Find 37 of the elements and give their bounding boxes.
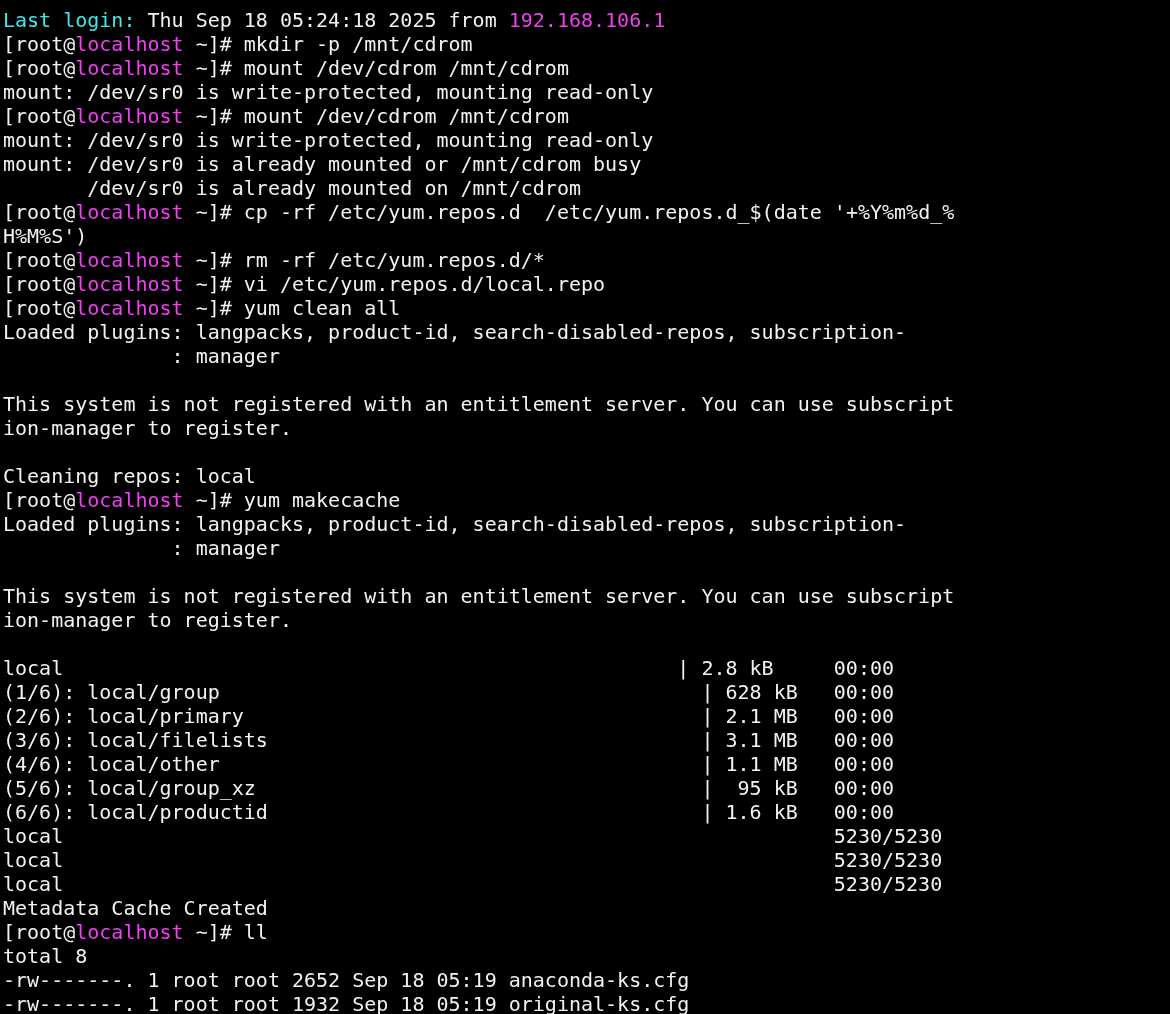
terminal-line: local | 2.8 kB 00:00 <box>3 656 895 680</box>
terminal-line: (5/6): local/group_xz | 95 kB 00:00 <box>3 776 895 800</box>
terminal-line: This system is not registered with an entitlement server. You can use subscript <box>3 392 955 416</box>
terminal-line: (1/6): local/group | 628 kB 00:00 <box>3 680 895 704</box>
terminal-line: [root@localhost ~]# mkdir -p /mnt/cdrom <box>3 32 473 56</box>
terminal-line: mount: /dev/sr0 is write-protected, mounting read-only <box>3 128 654 152</box>
terminal-line: total 8 <box>3 944 88 968</box>
terminal-line: Loaded plugins: langpacks, product-id, search-disabled-repos, subscription- <box>3 512 907 536</box>
terminal-line: H%M%S') <box>3 224 88 248</box>
terminal-line: (3/6): local/filelists | 3.1 MB 00:00 <box>3 728 895 752</box>
terminal-line: [root@localhost ~]# cp -rf /etc/yum.repos.d /etc/yum.repos.d_$(date '+%Y%m%d_% <box>3 200 955 224</box>
terminal-line: (6/6): local/productid | 1.6 kB 00:00 <box>3 800 895 824</box>
terminal-line: local 5230/5230 <box>3 872 943 896</box>
terminal-line: [root@localhost ~]# ll <box>3 920 268 944</box>
terminal-line: [root@localhost ~]# yum makecache <box>3 488 401 512</box>
terminal-line: [root@localhost ~]# rm -rf /etc/yum.repos.d/* <box>3 248 545 272</box>
terminal-line: local 5230/5230 <box>3 824 943 848</box>
terminal-line: Last login: Thu Sep 18 05:24:18 2025 from 192.168.106.1 <box>3 8 666 32</box>
terminal-line: Cleaning repos: local <box>3 464 256 488</box>
terminal-line: This system is not registered with an entitlement server. You can use subscript <box>3 584 955 608</box>
terminal-line: [root@localhost ~]# mount /dev/cdrom /mnt/cdrom <box>3 56 569 80</box>
terminal-line: Loaded plugins: langpacks, product-id, search-disabled-repos, subscription- <box>3 320 907 344</box>
terminal-line: [root@localhost ~]# yum clean all <box>3 296 401 320</box>
terminal-line: Metadata Cache Created <box>3 896 268 920</box>
terminal-line: [root@localhost ~]# vi /etc/yum.repos.d/local.repo <box>3 272 606 296</box>
terminal-line: local 5230/5230 <box>3 848 943 872</box>
terminal-line: ion-manager to register. <box>3 608 292 632</box>
terminal-line: ion-manager to register. <box>3 416 292 440</box>
terminal-line: mount: /dev/sr0 is already mounted or /mnt/cdrom busy <box>3 152 642 176</box>
terminal-line: [root@localhost ~]# mount /dev/cdrom /mnt/cdrom <box>3 104 569 128</box>
terminal-line: mount: /dev/sr0 is write-protected, mounting read-only <box>3 80 654 104</box>
terminal-line: -rw-------. 1 root root 2652 Sep 18 05:19 anaconda-ks.cfg <box>3 968 690 992</box>
terminal-line: /dev/sr0 is already mounted on /mnt/cdrom <box>86 176 581 200</box>
terminal-line: (2/6): local/primary | 2.1 MB 00:00 <box>3 704 895 728</box>
terminal-line: : manager <box>170 536 280 560</box>
terminal-line: : manager <box>170 344 280 368</box>
terminal-line: (4/6): local/other | 1.1 MB 00:00 <box>3 752 895 776</box>
